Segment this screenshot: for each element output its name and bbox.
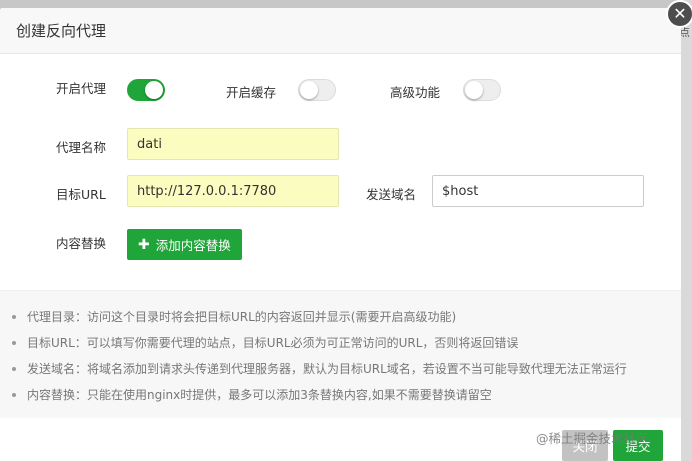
tip-item: 目标URL：可以填写你需要代理的站点，目标URL必须为可正常访问的URL，否则将… (12, 330, 681, 356)
target-url-label: 目标URL (56, 187, 106, 202)
add-content-replace-label: 添加内容替换 (155, 238, 231, 253)
tip-text: 代理目录：访问这个目录时将会把目标URL的内容返回并显示(需要开启高级功能) (27, 310, 457, 324)
proxy-enable-label: 开启代理 (56, 81, 107, 96)
add-content-replace-button[interactable]: ✚ 添加内容替换 (127, 229, 242, 260)
bullet-icon (12, 315, 16, 319)
toggle-knob (145, 81, 163, 99)
background-page-edge: 点 (679, 0, 692, 461)
target-url-row: 目标URL (56, 184, 106, 203)
tip-text: 内容替换：只能在使用nginx时提供，最多可以添加3条替换内容,如果不需要替换请… (27, 388, 492, 402)
content-replace-row: 内容替换 (56, 233, 106, 252)
send-domain-label: 发送域名 (366, 187, 417, 202)
proxy-enable-row: 开启代理 (56, 78, 106, 97)
dialog-title: 创建反向代理 (16, 22, 107, 40)
bullet-icon (12, 341, 16, 345)
tip-item: 内容替换：只能在使用nginx时提供，最多可以添加3条替换内容,如果不需要替换请… (12, 382, 681, 408)
advanced-row: 高级功能 (390, 82, 440, 101)
proxy-name-row: 代理名称 (56, 137, 106, 156)
send-domain-row: 发送域名 (366, 184, 416, 203)
plus-icon: ✚ (138, 236, 150, 253)
proxy-name-input[interactable]: dati (127, 128, 339, 160)
reverse-proxy-dialog: 创建反向代理 开启代理 开启缓存 高级功能 代理名称 dati 目标URL ht… (0, 8, 681, 461)
tip-text: 目标URL：可以填写你需要代理的站点，目标URL必须为可正常访问的URL，否则将… (27, 336, 519, 350)
background-page-strip (0, 0, 692, 8)
cache-enable-label: 开启缓存 (226, 85, 277, 100)
advanced-label: 高级功能 (390, 85, 441, 100)
proxy-enable-toggle[interactable] (127, 79, 165, 101)
cache-enable-row: 开启缓存 (226, 82, 276, 101)
advanced-toggle[interactable] (463, 79, 501, 101)
bullet-icon (12, 393, 16, 397)
toggle-knob (300, 81, 318, 99)
cache-enable-toggle[interactable] (298, 79, 336, 101)
bullet-icon (12, 367, 16, 371)
help-tips: 代理目录：访问这个目录时将会把目标URL的内容返回并显示(需要开启高级功能) 目… (0, 290, 681, 418)
toggle-knob (465, 81, 483, 99)
close-icon: ✕ (673, 4, 687, 23)
tip-item: 代理目录：访问这个目录时将会把目标URL的内容返回并显示(需要开启高级功能) (12, 304, 681, 330)
watermark: @稀土掘金技术社区 (536, 431, 649, 446)
proxy-name-label: 代理名称 (56, 140, 107, 155)
dialog-header: 创建反向代理 (0, 8, 681, 54)
send-domain-input[interactable]: $host (432, 175, 644, 207)
target-url-input[interactable]: http://127.0.0.1:7780 (127, 175, 339, 207)
content-replace-label: 内容替换 (56, 236, 107, 251)
tip-text: 发送域名：将域名添加到请求头传递到代理服务器，默认为目标URL域名，若设置不当可… (27, 362, 627, 376)
close-button[interactable]: ✕ (666, 0, 692, 28)
tip-item: 发送域名：将域名添加到请求头传递到代理服务器，默认为目标URL域名，若设置不当可… (12, 356, 681, 382)
